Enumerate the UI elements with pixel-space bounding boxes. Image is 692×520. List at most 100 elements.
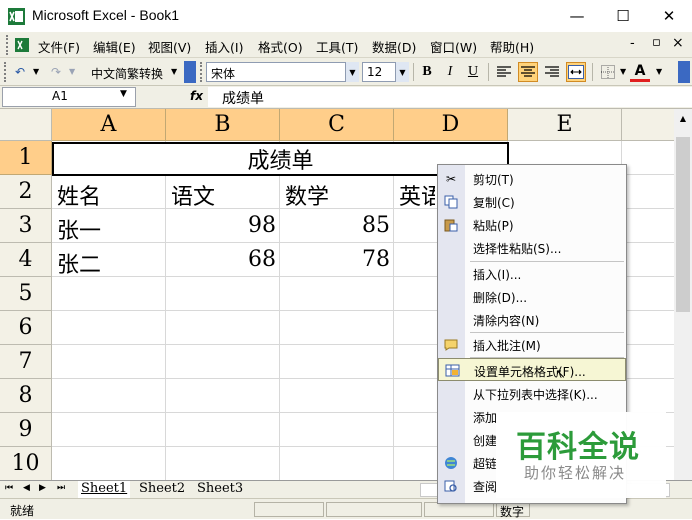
merge-center-icon[interactable] [566,62,586,82]
column-header-e[interactable]: E [508,109,622,141]
last-sheet-icon[interactable]: ⏭ [57,483,65,493]
column-header-a[interactable]: A [52,109,166,141]
ctx-create-label: 创建 [473,434,498,448]
row-header-2[interactable]: 2 [0,175,52,209]
cell-c3[interactable]: 85 [280,213,390,238]
row-header-9[interactable]: 9 [0,413,52,447]
chinese-conversion-combo[interactable]: 中文简繁转换 [86,62,182,82]
row-header-7[interactable]: 7 [0,345,52,379]
menu-help[interactable]: 帮助(H) [490,37,534,56]
mouse-cursor-icon: ↖ [555,367,566,382]
ctx-paste[interactable]: 粘贴(P) [438,213,626,236]
undo-dropdown-icon[interactable]: ▼ [33,67,39,76]
ctx-insert-comment[interactable]: 插入批注(M) [438,333,626,356]
toolbar-chevron-icon[interactable] [184,61,196,83]
cell-b4[interactable]: 68 [166,247,276,272]
doc-restore-button[interactable]: ▫ [652,35,661,50]
menu-view[interactable]: 视图(V) [148,37,191,56]
scrollbar-thumb[interactable] [676,137,690,312]
italic-button[interactable]: I [440,62,460,82]
ctx-format-cells[interactable]: 设置单元格格式(F)... ↖ [438,358,626,382]
column-header-b[interactable]: B [166,109,280,141]
prev-sheet-icon[interactable]: ◀ [23,483,30,493]
menu-edit[interactable]: 编辑(E) [93,37,136,56]
first-sheet-icon[interactable]: ⏮ [5,483,13,493]
ctx-clear-contents[interactable]: 清除内容(N) [438,308,626,331]
borders-dropdown-icon[interactable]: ▼ [620,67,626,76]
toolbar-chevron-icon-2[interactable] [678,61,690,83]
row-header-3[interactable]: 3 [0,209,52,243]
menu-window[interactable]: 窗口(W) [430,37,477,56]
toolbar-grip-icon-2[interactable] [200,62,204,82]
ctx-paste-label: 粘贴(P) [473,219,514,233]
bold-button[interactable]: B [417,62,437,82]
row-header-10[interactable]: 10 [0,447,52,480]
ctx-pick-from-list[interactable]: 从下拉列表中选择(K)... [438,382,626,405]
ctx-copy[interactable]: 复制(C) [438,190,626,213]
align-left-icon[interactable] [494,62,514,82]
maximize-button[interactable]: ☐ [600,0,646,32]
row-header-5[interactable]: 5 [0,277,52,311]
doc-minimize-button[interactable]: - [630,36,635,51]
align-right-icon[interactable] [542,62,562,82]
menu-file[interactable]: 文件(F) [38,37,80,56]
name-box-dropdown-icon[interactable]: ▼ [120,89,127,99]
undo-icon[interactable]: ↶ [10,62,30,82]
row-header-8[interactable]: 8 [0,379,52,413]
formula-bar: A1 ▼ fx 成绩单 [0,86,692,109]
menu-tools[interactable]: 工具(T) [316,37,358,56]
status-pane [326,502,422,517]
font-color-button[interactable]: A [630,62,650,82]
cell-c2[interactable]: 数学 [285,179,329,211]
row-header-6[interactable]: 6 [0,311,52,345]
underline-button[interactable]: U [463,62,483,82]
ctx-delete[interactable]: 删除(D)... [438,285,626,308]
cell-a4[interactable]: 张二 [57,247,101,279]
formula-input[interactable] [208,87,692,107]
font-name-combo[interactable]: 宋体 [206,62,352,82]
vertical-scrollbar[interactable]: ▲ [674,109,692,480]
menu-insert[interactable]: 插入(I) [205,37,243,56]
doc-close-button[interactable]: × [672,35,684,51]
cell-c4[interactable]: 78 [280,247,390,272]
redo-dropdown-icon[interactable]: ▼ [69,67,75,76]
toolbar-grip-icon[interactable] [4,62,8,82]
row-header-1[interactable]: 1 [0,141,52,175]
minimize-button[interactable]: — [554,0,600,32]
font-name-dropdown-icon[interactable]: ▼ [345,62,359,82]
tab-sheet3[interactable]: Sheet3 [194,481,246,498]
ctx-lookup-label: 查阅 [473,480,498,494]
next-sheet-icon[interactable]: ▶ [39,483,46,493]
cell-b3[interactable]: 98 [166,213,276,238]
ctx-insert[interactable]: 插入(I)... [438,262,626,285]
font-size-dropdown-icon[interactable]: ▼ [395,62,409,82]
select-all-corner[interactable] [0,109,52,141]
ctx-cut[interactable]: ✂ 剪切(T) [438,167,626,190]
row-header-4[interactable]: 4 [0,243,52,277]
menu-format[interactable]: 格式(O) [258,37,303,56]
font-color-dropdown-icon[interactable]: ▼ [656,67,662,76]
workbook-icon[interactable] [14,37,30,53]
cell-a2[interactable]: 姓名 [57,179,101,211]
insert-function-icon[interactable]: fx [190,89,203,103]
borders-icon[interactable] [598,62,618,82]
column-header-c[interactable]: C [280,109,394,141]
cell-b2[interactable]: 语文 [171,179,215,211]
copy-icon [443,194,459,209]
name-box[interactable] [2,87,136,107]
column-header-f[interactable] [622,109,674,141]
column-header-d[interactable]: D [394,109,508,141]
align-center-icon[interactable] [518,62,538,82]
formatting-toolbar: ↶ ▼ ↷ ▼ 中文简繁转换 ▼ 宋体 ▼ 12 ▼ B I U ▼ A ▼ [0,58,692,86]
conversion-dropdown-icon[interactable]: ▼ [171,67,177,76]
redo-icon[interactable]: ↷ [46,62,66,82]
menu-grip-icon[interactable] [6,35,10,55]
ctx-paste-special[interactable]: 选择性粘贴(S)... [438,236,626,259]
tab-sheet2[interactable]: Sheet2 [136,481,188,498]
close-button[interactable]: ✕ [646,0,692,32]
cell-a3[interactable]: 张一 [57,213,101,245]
scroll-up-icon[interactable]: ▲ [674,109,692,127]
cell-d2[interactable]: 英语 [399,179,435,211]
tab-sheet1[interactable]: Sheet1 [78,481,131,498]
menu-data[interactable]: 数据(D) [372,37,416,56]
